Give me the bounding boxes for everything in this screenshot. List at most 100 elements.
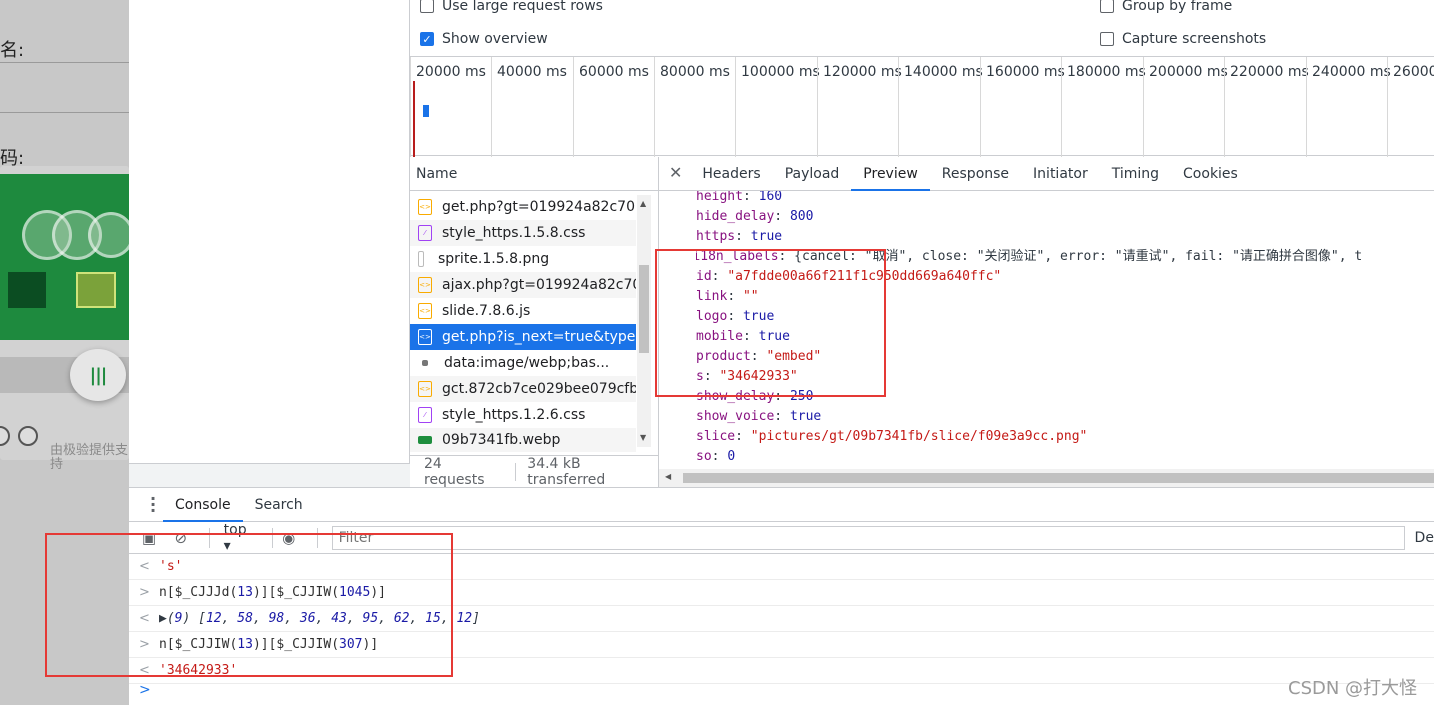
group-by-frame-option[interactable]: Group by frame [1100,0,1232,14]
request-row[interactable]: <> slide.7.8.6.js [410,298,636,324]
puzzle-slot [8,272,46,308]
script-file-icon: <> [418,303,432,319]
network-status-bar: 24 requests 34.4 kB transferred [410,455,659,488]
voice-icon[interactable] [18,426,38,446]
preview-horizontal-scrollbar[interactable]: ◀ [659,469,1434,487]
tab-response[interactable]: Response [930,166,1021,190]
xhr-file-icon: <> [418,329,432,345]
property-value: true [750,229,783,244]
timeline-tick: 240000 ms [1306,57,1391,157]
property-key: height [696,191,743,204]
checkbox-checked-icon[interactable]: ✓ [420,32,434,46]
filter-input[interactable] [331,525,1405,550]
tab-payload[interactable]: Payload [773,166,852,190]
request-row[interactable]: sprite.1.5.8.png [410,246,636,272]
request-count: 24 requests [424,455,485,488]
tab-timing[interactable]: Timing [1100,166,1171,190]
slider-handle[interactable]: ||| [70,349,126,401]
scrollbar-thumb[interactable] [683,473,1434,483]
request-list: Name <> get.php?gt=019924a82c70bb ⁄ style_… [410,157,659,488]
divider [515,462,517,481]
close-icon[interactable]: ✕ [659,163,690,190]
capture-screenshots-option[interactable]: Capture screenshots [1100,31,1266,47]
checkbox-icon[interactable] [420,0,434,13]
tab-initiator[interactable]: Initiator [1021,166,1100,190]
property-key: slice [696,429,736,444]
watermark: CSDN @打大怪 [1288,678,1418,699]
request-row[interactable]: ⁄ style_https.1.2.6.css [410,402,636,428]
property-value: 800 [789,209,814,224]
property-value: 0 [727,449,736,464]
group-by-frame-label: Group by frame [1122,0,1233,14]
tab-search[interactable]: Search [243,488,315,522]
request-row[interactable]: <> ajax.php?gt=019924a82c70b. [410,272,636,298]
show-overview-option[interactable]: ✓ Show overview [420,31,548,47]
puzzle-piece[interactable] [76,272,116,308]
details-tabbar: ✕ Headers Payload Preview Response Initi… [659,157,1434,191]
property-key: hide_delay [696,209,775,224]
preview-property: https: true [696,229,783,244]
pane-footer [129,463,410,487]
large-rows-option[interactable]: Use large request rows [420,0,603,14]
request-row-selected[interactable]: <> get.php?is_next=true&type=s [410,324,636,350]
checkbox-icon[interactable] [1100,0,1114,13]
timeline-request-bar [423,105,429,117]
property-value: 160 [758,191,783,204]
show-overview-label: Show overview [442,31,548,47]
request-row[interactable]: <> gct.872cb7ce029bee079cfb4a [410,376,636,402]
preview-property: show_voice: true [696,409,822,424]
css-file-icon: ⁄ [418,407,432,423]
preview-property: height: 160 [696,191,783,204]
request-row[interactable]: 09b7341fb.webp [410,428,636,452]
request-row[interactable]: data:image/webp;bas... [410,350,636,376]
console-prompt[interactable]: > [139,682,151,698]
scroll-up-icon[interactable]: ▲ [640,199,646,208]
preview-property: slice: "pictures/gt/09b7341fb/slice/f09e… [696,429,1088,444]
timeline-tick: 200000 ms [1143,57,1228,157]
scrollbar-thumb[interactable] [639,265,649,353]
timeline-tick: 26000 [1387,57,1434,157]
tab-headers[interactable]: Headers [690,166,772,190]
preview-property: so: 0 [696,449,736,464]
timeline-tick: 140000 ms [898,57,983,157]
tab-console[interactable]: Console [163,488,243,522]
property-value: "pictures/gt/09b7341fb/slice/f09e3a9cc.p… [750,429,1088,444]
name-column-header[interactable]: Name [410,157,658,191]
tab-preview[interactable]: Preview [851,166,930,191]
refresh-icon[interactable] [0,426,10,446]
timeline-tick: 60000 ms [573,57,649,157]
scroll-down-icon[interactable]: ▼ [640,433,646,442]
network-panel: Use large request rows ✓ Show overview G… [410,0,1434,488]
drawer-tabbar: · · · Console Search [129,488,1434,522]
tab-cookies[interactable]: Cookies [1171,166,1250,190]
timeline-tick: 120000 ms [817,57,902,157]
property-key: so [696,449,712,464]
timeline-tick: 100000 ms [735,57,820,157]
username-underline [0,62,129,63]
timeline-tick: 40000 ms [491,57,567,157]
scroll-left-icon[interactable]: ◀ [665,472,671,481]
more-options-icon[interactable]: · · · [143,490,163,518]
css-file-icon: ⁄ [418,225,432,241]
checkbox-icon[interactable] [1100,32,1114,46]
captcha-popup: ||| 由极验提供支持 [0,166,129,472]
log-levels-dropdown[interactable]: De [1415,530,1434,546]
xhr-file-icon: <> [418,199,432,215]
captcha-image [0,174,129,340]
property-key: show_voice [696,409,775,424]
property-key: https [696,229,736,244]
timeline-tick: 80000 ms [654,57,730,157]
decoration-circle [88,212,129,258]
timeline-tick: 180000 ms [1061,57,1146,157]
request-row[interactable]: ⁄ style_https.1.5.8.css [410,220,636,246]
overview-timeline[interactable]: 20000 ms 40000 ms 60000 ms 80000 ms 1000… [410,56,1434,157]
request-row[interactable]: <> get.php?gt=019924a82c70bb [410,194,636,220]
timeline-tick: 160000 ms [980,57,1065,157]
captcha-provider-text: 由极验提供支持 [50,443,129,472]
xhr-file-icon: <> [418,381,432,397]
request-list-scrollbar[interactable]: ▲ ▼ [637,195,651,447]
highlight-box [45,533,453,677]
property-value: true [789,409,822,424]
data-uri-icon [422,360,428,366]
xhr-file-icon: <> [418,277,432,293]
